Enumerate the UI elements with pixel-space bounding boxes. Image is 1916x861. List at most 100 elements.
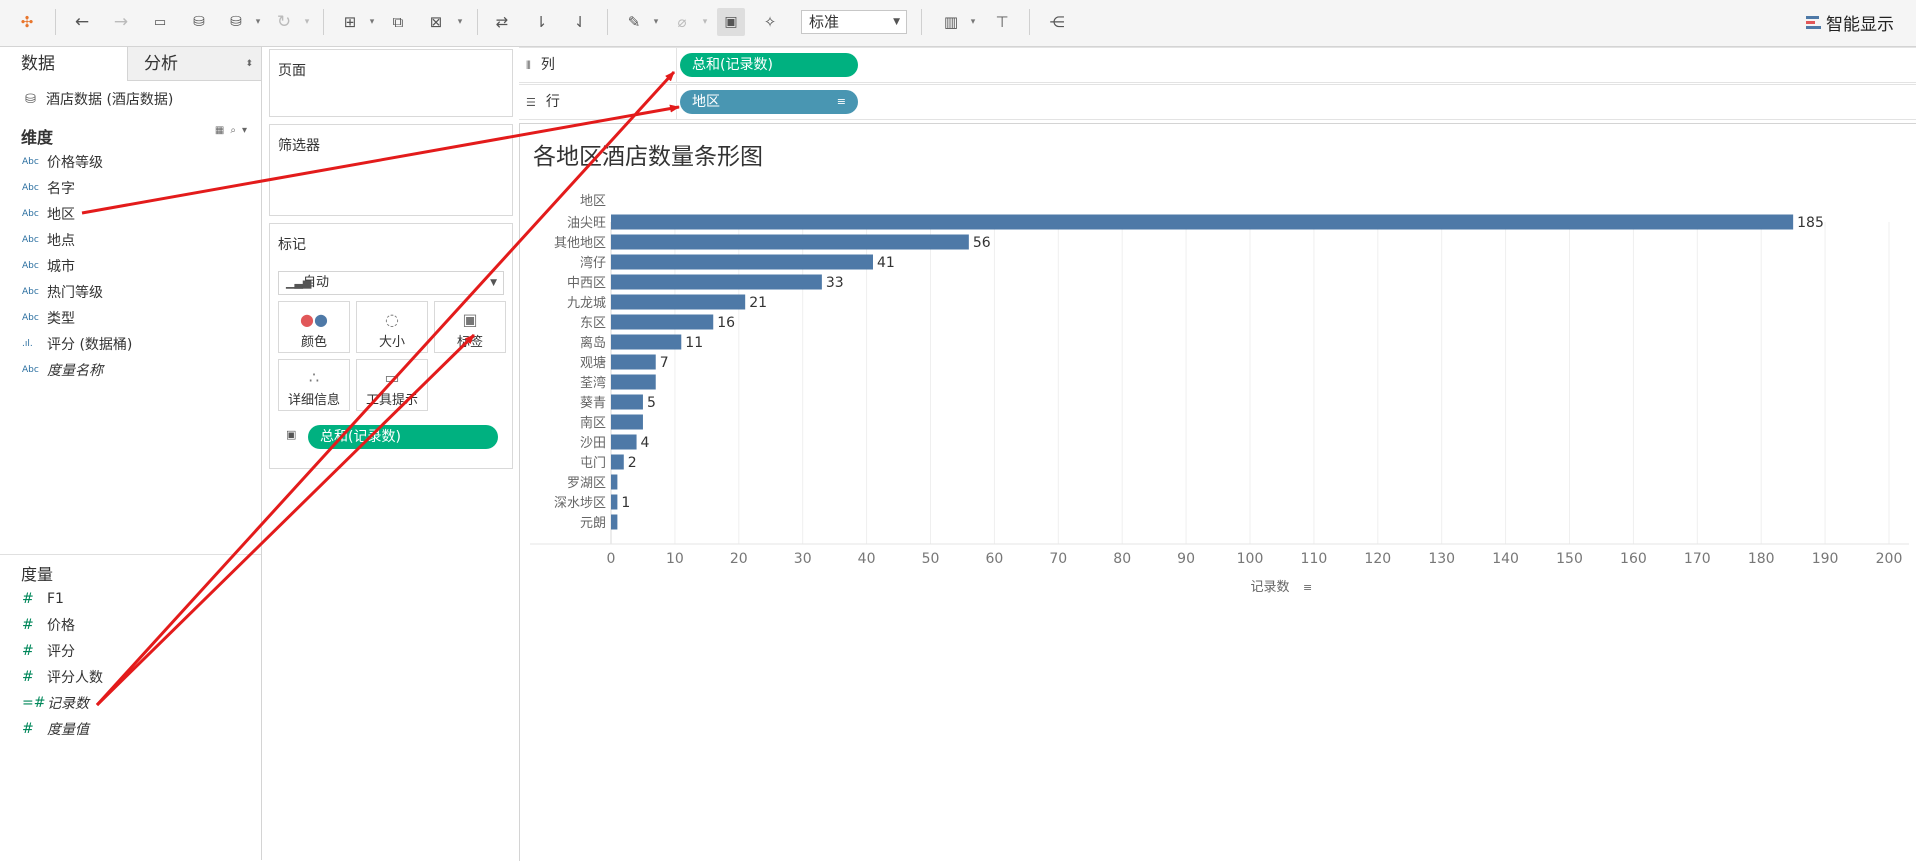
- x-tick-label: 180: [1748, 551, 1775, 567]
- fit-width-icon[interactable]: ▥: [937, 8, 965, 36]
- dimension-field[interactable]: .ıl. 评分 (数据桶): [22, 333, 132, 355]
- measure-field-label: 价格: [47, 618, 75, 634]
- dimension-field[interactable]: Abc 城市: [22, 255, 75, 277]
- chevron-up-down-icon: ⬍: [245, 59, 253, 69]
- datasource-item[interactable]: ⛁ 酒店数据 (酒店数据): [25, 89, 173, 109]
- dimensions-tools[interactable]: ▦⌕▾: [215, 125, 253, 136]
- sort-descending-icon[interactable]: ⇃: [566, 8, 594, 36]
- toolbar-divider: [607, 9, 608, 35]
- x-axis-title: 记录数: [1250, 580, 1289, 595]
- chevron-down-icon[interactable]: ▾: [651, 8, 661, 36]
- columns-pill[interactable]: 总和(记录数): [680, 53, 858, 77]
- chevron-down-icon[interactable]: ▾: [302, 8, 312, 36]
- dimension-field[interactable]: Abc 热门等级: [22, 281, 103, 303]
- pin-icon[interactable]: ✧: [756, 8, 784, 36]
- shelf-divider: [676, 48, 677, 82]
- clear-icon[interactable]: ⊠: [422, 8, 450, 36]
- x-tick-label: 200: [1876, 551, 1903, 567]
- mark-type-select[interactable]: ▁▃▅ 自动 ▼: [278, 271, 504, 295]
- measure-field[interactable]: =# 记录数: [22, 692, 89, 714]
- dimension-field[interactable]: Abc 名字: [22, 177, 75, 199]
- chevron-down-icon[interactable]: ▾: [700, 8, 710, 36]
- chevron-down-icon[interactable]: ▾: [253, 8, 263, 36]
- measure-field[interactable]: # 评分: [22, 640, 75, 662]
- dimension-field-label: 评分 (数据桶): [47, 337, 133, 353]
- share-icon[interactable]: ⋲: [1043, 8, 1071, 36]
- dimension-field[interactable]: Abc 类型: [22, 307, 75, 329]
- dimension-field[interactable]: Abc 地点: [22, 229, 75, 251]
- x-tick-label: 170: [1684, 551, 1711, 567]
- bar: [611, 514, 618, 530]
- tab-data[interactable]: 数据: [0, 47, 128, 81]
- tableau-logo-icon[interactable]: ✣: [13, 8, 41, 36]
- label-pill[interactable]: 总和(记录数): [308, 425, 498, 449]
- measure-field-label: 度量值: [47, 722, 89, 738]
- columns-label: ⦀ 列: [526, 48, 555, 82]
- measure-field-label: 记录数: [47, 696, 89, 712]
- bar: [611, 314, 714, 330]
- highlight-icon[interactable]: ✎: [620, 8, 648, 36]
- columns-shelf[interactable]: ⦀ 列 总和(记录数): [519, 47, 1916, 83]
- chevron-down-icon[interactable]: ▾: [968, 8, 978, 36]
- swap-icon[interactable]: ⇄: [488, 8, 516, 36]
- size-label: 大小: [378, 335, 405, 350]
- undo-icon[interactable]: ←: [68, 8, 96, 36]
- chevron-down-icon[interactable]: ▾: [455, 8, 465, 36]
- filters-card[interactable]: 筛选器: [269, 124, 513, 216]
- row-header-label: 地区: [580, 194, 606, 209]
- tab-analysis[interactable]: 分析 ⬍: [128, 47, 261, 81]
- pages-card[interactable]: 页面: [269, 49, 513, 117]
- label-label: 标签: [456, 335, 483, 350]
- color-button[interactable]: ●● 颜色: [278, 301, 350, 353]
- measure-type-icon: #: [22, 643, 34, 659]
- redo-icon[interactable]: →: [107, 8, 135, 36]
- measure-field[interactable]: # F1: [22, 588, 64, 610]
- dimension-field[interactable]: Abc 地区: [22, 203, 75, 225]
- axis-sort-icon: ≡: [1303, 581, 1312, 594]
- x-tick-label: 110: [1301, 551, 1328, 567]
- dimension-type-icon: Abc: [22, 261, 39, 271]
- presentation-icon[interactable]: ⊤: [988, 8, 1016, 36]
- measure-field[interactable]: # 度量值: [22, 718, 89, 740]
- fit-select[interactable]: 标准 ▼: [801, 10, 907, 34]
- dimension-field[interactable]: Abc 度量名称: [22, 359, 103, 381]
- datasource-label: 酒店数据 (酒店数据): [46, 92, 174, 108]
- detail-button[interactable]: ∴ 详细信息: [278, 359, 350, 411]
- toolbar-divider: [55, 9, 56, 35]
- x-tick-label: 80: [1113, 551, 1131, 567]
- group-icon[interactable]: ⌀: [668, 8, 696, 36]
- rows-pill[interactable]: 地区 ≡: [680, 90, 858, 114]
- cards-column: 页面 筛选器 标记 ▁▃▅ 自动 ▼ ●● 颜色 ◌ 大小 ▣ 标签 ∴ 详细信…: [262, 47, 513, 860]
- label-icon: ▣: [462, 310, 478, 329]
- new-datasource-icon[interactable]: ⛁: [185, 8, 213, 36]
- dimension-field[interactable]: Abc 价格等级: [22, 151, 103, 173]
- sort-ascending-icon[interactable]: ⇂: [527, 8, 555, 36]
- measure-field[interactable]: # 价格: [22, 614, 75, 636]
- measure-field[interactable]: # 评分人数: [22, 666, 103, 688]
- dimension-type-icon: Abc: [22, 235, 39, 245]
- category-label: 观塘: [580, 355, 606, 371]
- category-label: 屯门: [580, 456, 606, 471]
- x-tick-label: 20: [730, 551, 748, 567]
- tooltip-button[interactable]: ▭ 工具提示: [356, 359, 428, 411]
- duplicate-icon[interactable]: ⧉: [384, 8, 412, 36]
- new-worksheet-icon[interactable]: ⊞: [336, 8, 364, 36]
- columns-icon: ⦀: [526, 59, 531, 72]
- measures-title: 度量: [21, 565, 54, 584]
- rows-shelf[interactable]: ☰ 行 地区 ≡: [519, 84, 1916, 120]
- show-me-button[interactable]: 智能显示: [1806, 10, 1894, 35]
- refresh-icon[interactable]: ↻: [270, 8, 298, 36]
- data-pane: 数据 分析 ⬍ ⛁ 酒店数据 (酒店数据) 维度 ▦⌕▾ Abc 价格等级 Abc 名…: [0, 47, 262, 860]
- label-button[interactable]: ▣ 标签: [434, 301, 506, 353]
- x-tick-label: 100: [1237, 551, 1264, 567]
- chevron-down-icon[interactable]: ▾: [367, 8, 377, 36]
- save-icon[interactable]: ▭: [146, 8, 174, 36]
- dimension-type-icon: Abc: [22, 157, 39, 167]
- category-label: 南区: [580, 415, 606, 431]
- dimension-field-label: 类型: [47, 311, 75, 327]
- size-button[interactable]: ◌ 大小: [356, 301, 428, 353]
- bar: [611, 274, 822, 290]
- labels-icon[interactable]: ▣: [717, 8, 745, 36]
- datasource-options-icon[interactable]: ⛁: [222, 8, 250, 36]
- x-tick-label: 30: [794, 551, 812, 567]
